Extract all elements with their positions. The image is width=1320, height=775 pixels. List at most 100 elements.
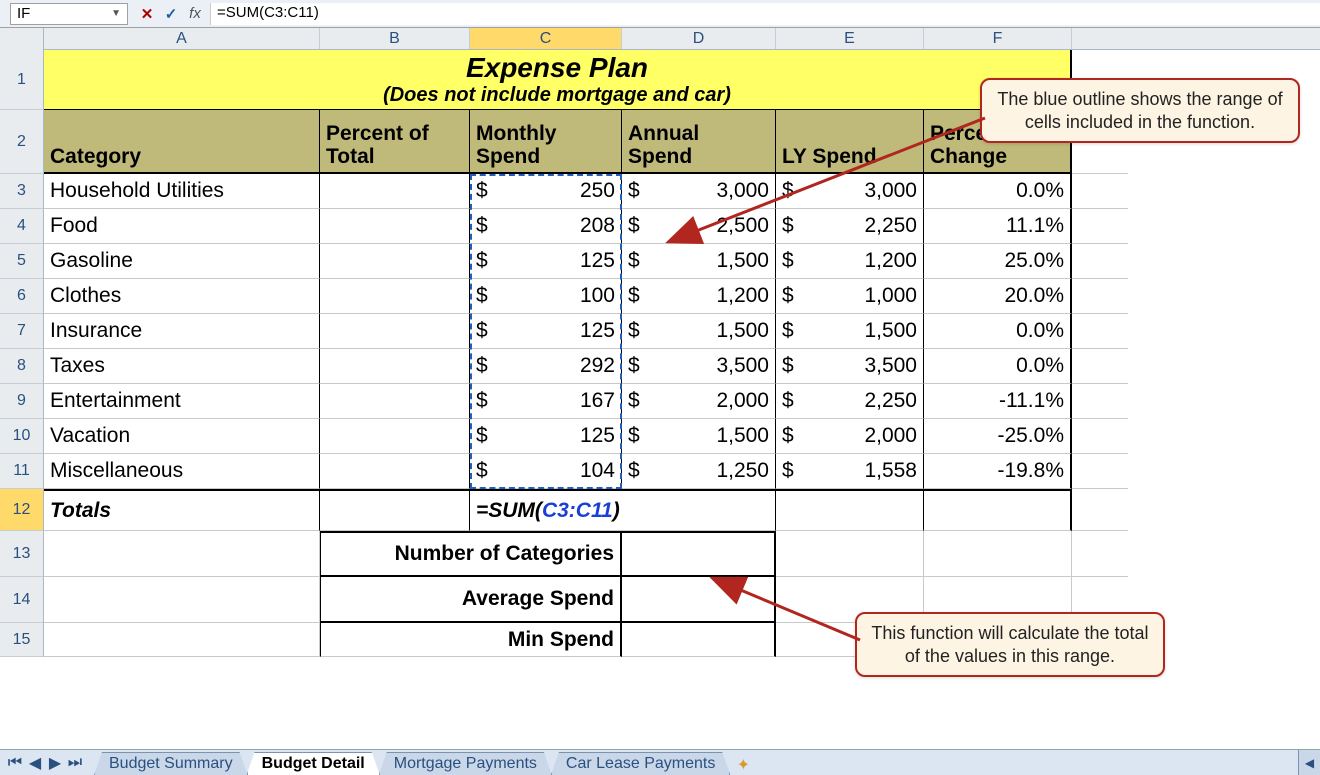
col-header-A[interactable]: A	[44, 28, 320, 49]
name-box[interactable]: IF ▼	[10, 3, 128, 25]
cell-percent-total[interactable]	[320, 384, 470, 419]
header-annual-spend[interactable]: Annual Spend	[622, 110, 776, 174]
cell-ly[interactable]: $1,500	[776, 314, 924, 349]
col-header-C[interactable]: C	[470, 28, 622, 49]
cell-annual[interactable]: $2,000	[622, 384, 776, 419]
row-header-1[interactable]: 1	[0, 50, 44, 110]
nav-last-icon[interactable]: ⏭	[66, 754, 84, 772]
cell-G10[interactable]	[1072, 419, 1128, 454]
row-header-7[interactable]: 7	[0, 314, 44, 349]
cell-A13[interactable]	[44, 531, 320, 577]
nav-next-icon[interactable]: ▶	[46, 754, 64, 772]
cell-ly[interactable]: $1,200	[776, 244, 924, 279]
cell-pct-change[interactable]: -11.1%	[924, 384, 1072, 419]
cell-category[interactable]: Household Utilities	[44, 174, 320, 209]
header-category[interactable]: Category	[44, 110, 320, 174]
cell-ly[interactable]: $1,000	[776, 279, 924, 314]
cell-monthly[interactable]: $125	[470, 244, 622, 279]
col-header-G[interactable]	[1072, 28, 1128, 49]
cell-ly[interactable]: $3,500	[776, 349, 924, 384]
summary-num-categories[interactable]: Number of Categories	[320, 531, 622, 577]
cell-pct-change[interactable]: 0.0%	[924, 349, 1072, 384]
cell-percent-total[interactable]	[320, 244, 470, 279]
cell-D13[interactable]	[622, 531, 776, 577]
cell-A15[interactable]	[44, 623, 320, 657]
tab-budget-summary[interactable]: Budget Summary	[94, 752, 248, 775]
cell-monthly[interactable]: $250	[470, 174, 622, 209]
col-header-D[interactable]: D	[622, 28, 776, 49]
cell-G8[interactable]	[1072, 349, 1128, 384]
cell-ly[interactable]: $2,000	[776, 419, 924, 454]
cell-monthly[interactable]: $104	[470, 454, 622, 489]
cell-category[interactable]: Gasoline	[44, 244, 320, 279]
cell-C12-editing[interactable]: =SUM(C3:C11)	[470, 489, 776, 531]
cell-pct-change[interactable]: 25.0%	[924, 244, 1072, 279]
cell-G4[interactable]	[1072, 209, 1128, 244]
cell-monthly[interactable]: $292	[470, 349, 622, 384]
cell-annual[interactable]: $2,500	[622, 209, 776, 244]
cell-percent-total[interactable]	[320, 349, 470, 384]
row-header-13[interactable]: 13	[0, 531, 44, 577]
col-header-F[interactable]: F	[924, 28, 1072, 49]
header-percent-total[interactable]: Percent of Total	[320, 110, 470, 174]
row-header-10[interactable]: 10	[0, 419, 44, 454]
cell-percent-total[interactable]	[320, 454, 470, 489]
header-monthly-spend[interactable]: Monthly Spend	[470, 110, 622, 174]
nav-first-icon[interactable]: ⏮	[6, 754, 24, 772]
cell-monthly[interactable]: $167	[470, 384, 622, 419]
col-header-B[interactable]: B	[320, 28, 470, 49]
summary-min-spend[interactable]: Min Spend	[320, 623, 622, 657]
cell-G11[interactable]	[1072, 454, 1128, 489]
tab-mortgage-payments[interactable]: Mortgage Payments	[379, 752, 552, 775]
cell-G3[interactable]	[1072, 174, 1128, 209]
cell-category[interactable]: Vacation	[44, 419, 320, 454]
cell-category[interactable]: Clothes	[44, 279, 320, 314]
cell-category[interactable]: Insurance	[44, 314, 320, 349]
cell-annual[interactable]: $1,500	[622, 419, 776, 454]
row-header-4[interactable]: 4	[0, 209, 44, 244]
cell-D15[interactable]	[622, 623, 776, 657]
cell-percent-total[interactable]	[320, 174, 470, 209]
cell-annual[interactable]: $3,000	[622, 174, 776, 209]
cell-pct-change[interactable]: 0.0%	[924, 174, 1072, 209]
cell-B12[interactable]	[320, 489, 470, 531]
row-header-3[interactable]: 3	[0, 174, 44, 209]
cell-G9[interactable]	[1072, 384, 1128, 419]
row-header-12[interactable]: 12	[0, 489, 44, 531]
nav-prev-icon[interactable]: ◀	[26, 754, 44, 772]
cell-category[interactable]: Miscellaneous	[44, 454, 320, 489]
insert-sheet-icon[interactable]: ✦	[729, 755, 757, 775]
scroll-right-icon[interactable]: ◀	[1298, 750, 1320, 775]
cell-category[interactable]: Food	[44, 209, 320, 244]
cell-G7[interactable]	[1072, 314, 1128, 349]
col-header-E[interactable]: E	[776, 28, 924, 49]
row-header-6[interactable]: 6	[0, 279, 44, 314]
cell-monthly[interactable]: $125	[470, 314, 622, 349]
cell-pct-change[interactable]: 11.1%	[924, 209, 1072, 244]
cell-category[interactable]: Entertainment	[44, 384, 320, 419]
header-ly-spend[interactable]: LY Spend	[776, 110, 924, 174]
cell-ly[interactable]: $3,000	[776, 174, 924, 209]
cell-annual[interactable]: $3,500	[622, 349, 776, 384]
tab-car-lease-payments[interactable]: Car Lease Payments	[551, 752, 730, 775]
row-header-15[interactable]: 15	[0, 623, 44, 657]
cell-F13[interactable]	[924, 531, 1072, 577]
cell-monthly[interactable]: $208	[470, 209, 622, 244]
title-cell[interactable]: Expense Plan (Does not include mortgage …	[44, 50, 1072, 110]
cell-pct-change[interactable]: -19.8%	[924, 454, 1072, 489]
row-header-2[interactable]: 2	[0, 110, 44, 174]
cell-D14[interactable]	[622, 577, 776, 623]
select-all-corner[interactable]	[0, 28, 44, 50]
row-header-5[interactable]: 5	[0, 244, 44, 279]
cell-monthly[interactable]: $100	[470, 279, 622, 314]
confirm-icon[interactable]: ✓	[162, 5, 180, 23]
cell-pct-change[interactable]: -25.0%	[924, 419, 1072, 454]
cell-monthly[interactable]: $125	[470, 419, 622, 454]
cell-annual[interactable]: $1,250	[622, 454, 776, 489]
cell-E13[interactable]	[776, 531, 924, 577]
cell-percent-total[interactable]	[320, 419, 470, 454]
cell-G6[interactable]	[1072, 279, 1128, 314]
cell-ly[interactable]: $2,250	[776, 384, 924, 419]
totals-label[interactable]: Totals	[44, 489, 320, 531]
cell-percent-total[interactable]	[320, 209, 470, 244]
